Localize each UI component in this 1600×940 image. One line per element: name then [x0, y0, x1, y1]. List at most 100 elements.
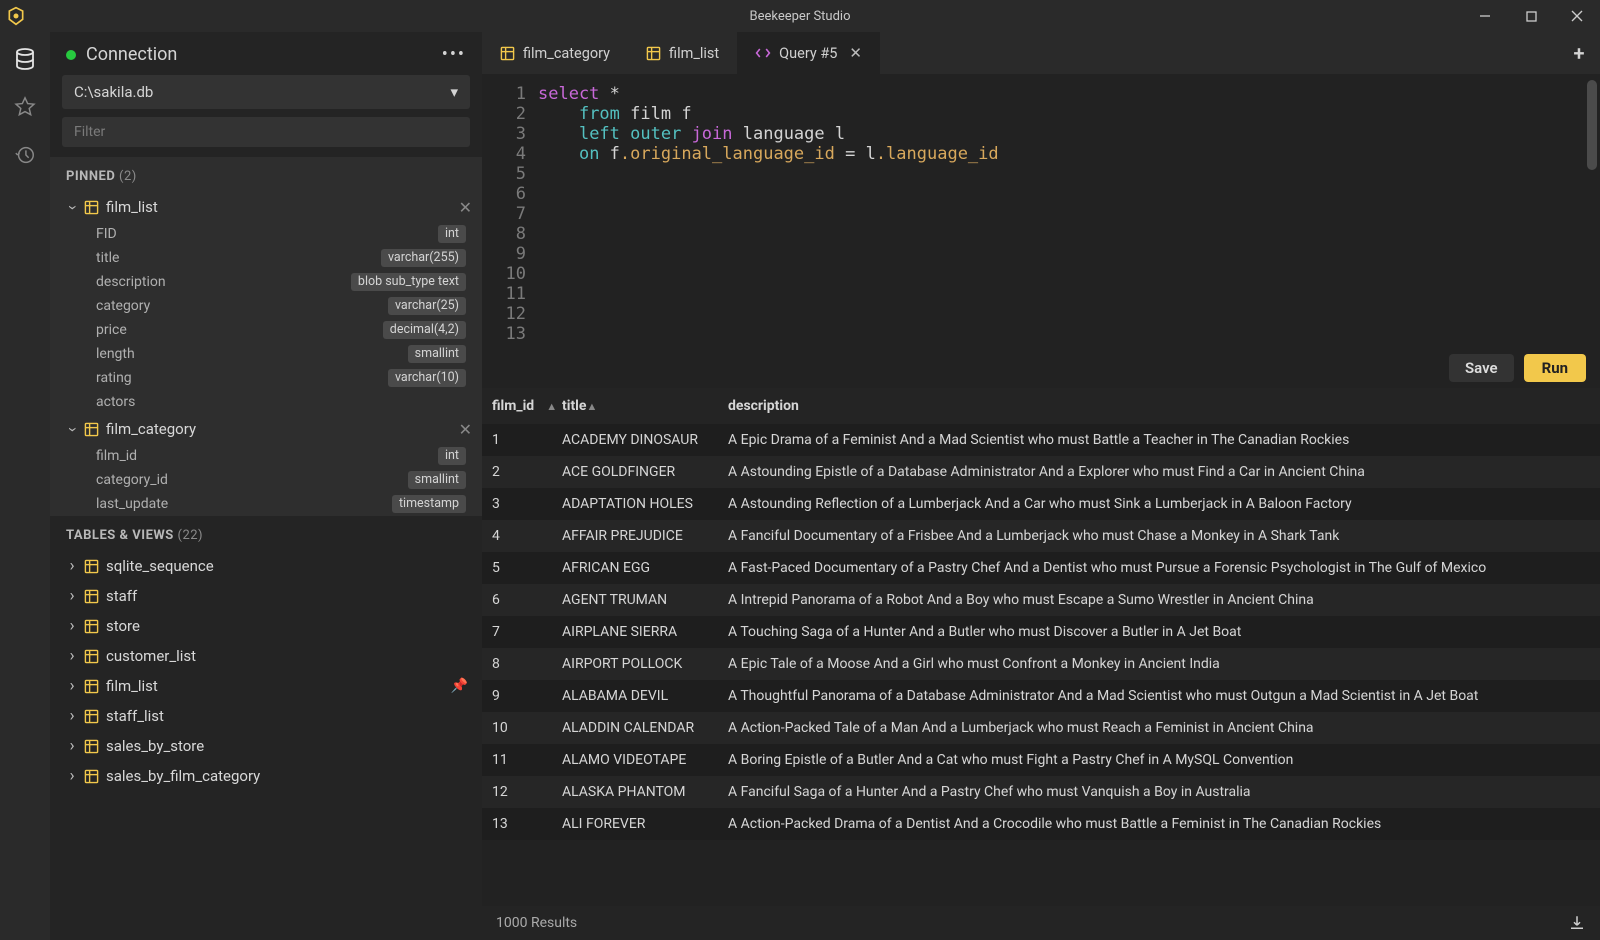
cell[interactable]: A Epic Drama of a Feminist And a Mad Sci…	[726, 432, 1600, 448]
maximize-button[interactable]	[1508, 0, 1554, 32]
unpin-icon[interactable]: ✕	[459, 198, 472, 217]
cell[interactable]: 3	[482, 496, 560, 512]
cell[interactable]: 8	[482, 656, 560, 672]
cell[interactable]: ALASKA PHANTOM	[560, 784, 726, 800]
close-tab-icon[interactable]: ✕	[849, 44, 862, 62]
new-tab-button[interactable]: +	[1558, 32, 1600, 74]
chevron-icon[interactable]: ›	[64, 708, 80, 725]
tab[interactable]: Query #5✕	[737, 32, 880, 74]
grid-row[interactable]: 11ALAMO VIDEOTAPEA Boring Epistle of a B…	[482, 744, 1600, 776]
chevron-icon[interactable]: ›	[64, 738, 80, 755]
grid-row[interactable]: 10ALADDIN CALENDARA Action-Packed Tale o…	[482, 712, 1600, 744]
cell[interactable]: ALI FOREVER	[560, 816, 726, 832]
cell[interactable]: A Fanciful Documentary of a Frisbee And …	[726, 528, 1600, 544]
table-row[interactable]: ›staff	[50, 581, 482, 611]
cell[interactable]: ALABAMA DEVIL	[560, 688, 726, 704]
cell[interactable]: ADAPTATION HOLES	[560, 496, 726, 512]
table-row[interactable]: ›customer_list	[50, 641, 482, 671]
close-button[interactable]	[1554, 0, 1600, 32]
cell[interactable]: AIRPLANE SIERRA	[560, 624, 726, 640]
cell[interactable]: A Action-Packed Tale of a Man And a Lumb…	[726, 720, 1600, 736]
tab[interactable]: film_list	[628, 32, 737, 74]
cell[interactable]: 4	[482, 528, 560, 544]
run-button[interactable]: Run	[1524, 354, 1586, 382]
download-icon[interactable]	[1568, 914, 1586, 932]
grid-row[interactable]: 3ADAPTATION HOLESA Astounding Reflection…	[482, 488, 1600, 520]
column-header[interactable]: film_id	[492, 398, 534, 414]
connection-menu-icon[interactable]: •••	[442, 44, 466, 65]
chevron-icon[interactable]: ›	[64, 199, 81, 215]
chevron-icon[interactable]: ›	[64, 588, 80, 605]
cell[interactable]: A Intrepid Panorama of a Robot And a Boy…	[726, 592, 1600, 608]
rail-history-icon[interactable]	[12, 142, 38, 168]
column-row[interactable]: film_idint	[50, 444, 482, 468]
column-row[interactable]: category_idsmallint	[50, 468, 482, 492]
cell[interactable]: 12	[482, 784, 560, 800]
grid-row[interactable]: 6AGENT TRUMANA Intrepid Panorama of a Ro…	[482, 584, 1600, 616]
cell[interactable]: A Thoughtful Panorama of a Database Admi…	[726, 688, 1600, 704]
cell[interactable]: AIRPORT POLLOCK	[560, 656, 726, 672]
cell[interactable]: 7	[482, 624, 560, 640]
cell[interactable]: A Astounding Reflection of a Lumberjack …	[726, 496, 1600, 512]
grid-row[interactable]: 9ALABAMA DEVILA Thoughtful Panorama of a…	[482, 680, 1600, 712]
minimize-button[interactable]	[1462, 0, 1508, 32]
column-row[interactable]: titlevarchar(255)	[50, 246, 482, 270]
table-row[interactable]: ›sqlite_sequence	[50, 551, 482, 581]
grid-row[interactable]: 2ACE GOLDFINGERA Astounding Epistle of a…	[482, 456, 1600, 488]
cell[interactable]: ALAMO VIDEOTAPE	[560, 752, 726, 768]
tab[interactable]: film_category	[482, 32, 628, 74]
table-row[interactable]: ›sales_by_film_category	[50, 761, 482, 791]
chevron-icon[interactable]: ›	[64, 648, 80, 665]
pin-icon[interactable]: 📌	[451, 678, 468, 694]
cell[interactable]: 6	[482, 592, 560, 608]
unpin-icon[interactable]: ✕	[459, 420, 472, 439]
editor-scrollbar[interactable]	[1587, 80, 1597, 170]
chevron-icon[interactable]: ›	[64, 618, 80, 635]
cell[interactable]: A Fanciful Saga of a Hunter And a Pastry…	[726, 784, 1600, 800]
pinned-table-row[interactable]: ›film_category✕	[50, 414, 482, 444]
table-row[interactable]: ›sales_by_store	[50, 731, 482, 761]
chevron-icon[interactable]: ›	[64, 421, 81, 437]
column-row[interactable]: descriptionblob sub_type text	[50, 270, 482, 294]
cell[interactable]: 9	[482, 688, 560, 704]
chevron-icon[interactable]: ›	[64, 678, 80, 695]
cell[interactable]: A Action-Packed Drama of a Dentist And a…	[726, 816, 1600, 832]
cell[interactable]: 10	[482, 720, 560, 736]
column-row[interactable]: categoryvarchar(25)	[50, 294, 482, 318]
cell[interactable]: ACADEMY DINOSAUR	[560, 432, 726, 448]
cell[interactable]: ALADDIN CALENDAR	[560, 720, 726, 736]
cell[interactable]: 5	[482, 560, 560, 576]
grid-row[interactable]: 7AIRPLANE SIERRAA Touching Saga of a Hun…	[482, 616, 1600, 648]
column-header[interactable]: description	[728, 398, 799, 414]
tables-views-header[interactable]: TABLES & VIEWS (22)	[50, 516, 482, 551]
grid-row[interactable]: 1ACADEMY DINOSAURA Epic Drama of a Femin…	[482, 424, 1600, 456]
column-header[interactable]: title	[562, 398, 586, 414]
grid-header[interactable]: film_id▲ title▲ description	[482, 388, 1600, 424]
cell[interactable]: 11	[482, 752, 560, 768]
rail-favorites-icon[interactable]	[12, 94, 38, 120]
column-row[interactable]: lengthsmallint	[50, 342, 482, 366]
grid-row[interactable]: 12ALASKA PHANTOMA Fanciful Saga of a Hun…	[482, 776, 1600, 808]
column-row[interactable]: last_updatetimestamp	[50, 492, 482, 516]
grid-row[interactable]: 5AFRICAN EGGA Fast-Paced Documentary of …	[482, 552, 1600, 584]
filter-input[interactable]: Filter	[62, 117, 470, 147]
save-button[interactable]: Save	[1449, 354, 1514, 382]
column-row[interactable]: FIDint	[50, 222, 482, 246]
cell[interactable]: A Boring Epistle of a Butler And a Cat w…	[726, 752, 1600, 768]
grid-row[interactable]: 4AFFAIR PREJUDICEA Fanciful Documentary …	[482, 520, 1600, 552]
column-row[interactable]: ratingvarchar(10)	[50, 366, 482, 390]
chevron-icon[interactable]: ›	[64, 768, 80, 785]
cell[interactable]: 13	[482, 816, 560, 832]
sort-icon[interactable]: ▲	[586, 400, 597, 413]
cell[interactable]: A Epic Tale of a Moose And a Girl who mu…	[726, 656, 1600, 672]
table-row[interactable]: ›store	[50, 611, 482, 641]
editor-code[interactable]: select * from film f left outer join lan…	[538, 84, 999, 344]
pinned-table-row[interactable]: ›film_list✕	[50, 192, 482, 222]
chevron-icon[interactable]: ›	[64, 558, 80, 575]
cell[interactable]: A Astounding Epistle of a Database Admin…	[726, 464, 1600, 480]
table-row[interactable]: ›film_list📌	[50, 671, 482, 701]
cell[interactable]: AFFAIR PREJUDICE	[560, 528, 726, 544]
column-row[interactable]: actors	[50, 390, 482, 414]
cell[interactable]: 2	[482, 464, 560, 480]
sort-asc-icon[interactable]: ▲	[546, 400, 557, 413]
